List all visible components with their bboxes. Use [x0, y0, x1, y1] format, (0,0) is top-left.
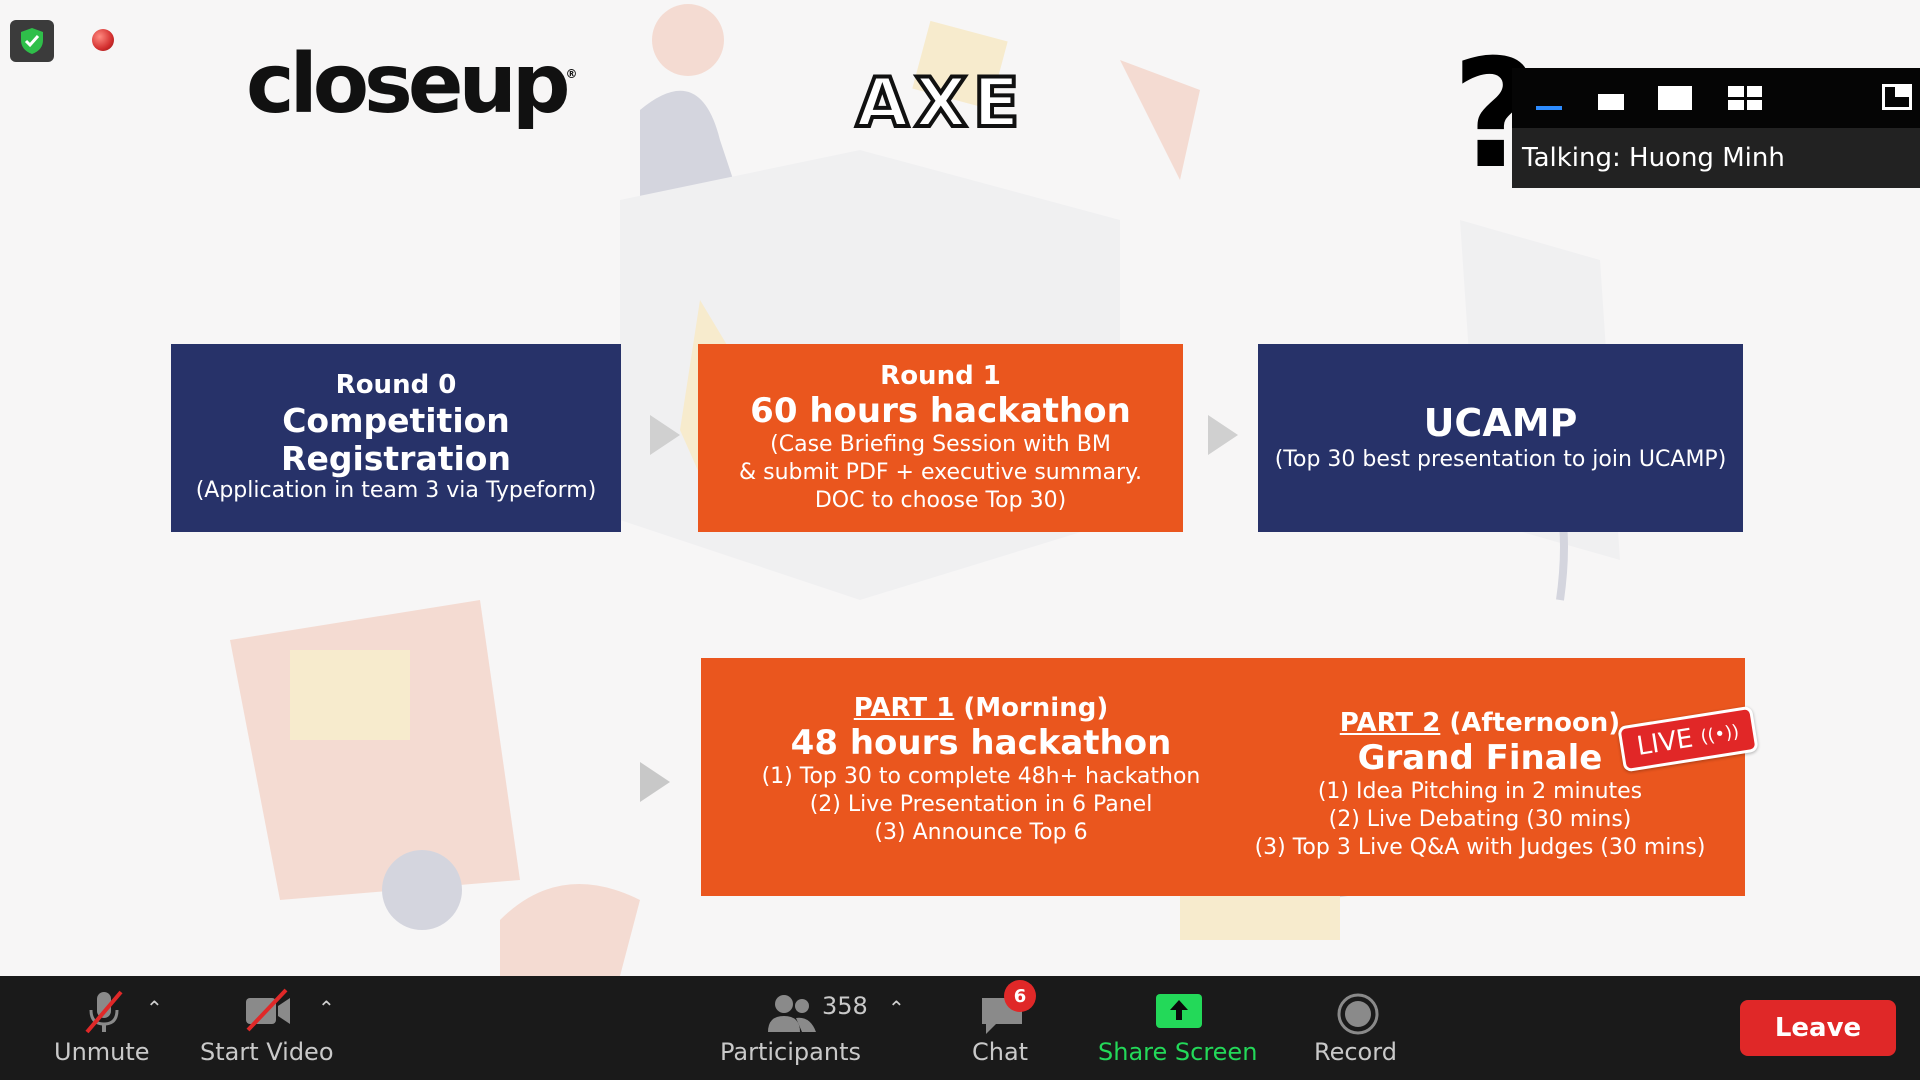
- minimize-icon[interactable]: [1536, 106, 1562, 110]
- ucamp-box: UCAMP (Top 30 best presentation to join …: [1258, 344, 1743, 532]
- flow-arrow: [1208, 415, 1238, 455]
- round-1-box: Round 1 60 hours hackathon (Case Briefin…: [698, 344, 1183, 532]
- part-1-title: PART 1 (Morning): [853, 692, 1109, 723]
- chat-button[interactable]: 6 Chat: [960, 976, 1040, 1080]
- leave-meeting-button[interactable]: Leave: [1740, 1000, 1896, 1056]
- live-text: LIVE: [1634, 723, 1696, 762]
- round-1-heading: 60 hours hackathon: [750, 390, 1131, 431]
- security-shield-icon[interactable]: [10, 20, 54, 62]
- participants-button[interactable]: 358 Participants: [716, 976, 868, 1080]
- round-0-box: Round 0 Competition Registration (Applic…: [171, 344, 621, 532]
- chat-unread-badge: 6: [1004, 980, 1036, 1012]
- share-screen-button[interactable]: Share Screen: [1094, 976, 1264, 1080]
- ucamp-heading: UCAMP: [1423, 401, 1578, 446]
- participants-count: 358: [822, 992, 868, 1020]
- record-button[interactable]: Record: [1306, 976, 1406, 1080]
- round-1-line: DOC to choose Top 30): [814, 488, 1067, 514]
- part-1-line: (3) Announce Top 6: [874, 820, 1088, 846]
- active-speaker-label: Talking: Huong Minh: [1512, 128, 1920, 188]
- meeting-toolbar: Unmute ⌃ Start Video ⌃ 358 Participants …: [0, 976, 1920, 1080]
- speaker-view-icon[interactable]: [1658, 86, 1692, 110]
- participants-icon: [768, 995, 816, 1032]
- round-0-heading: Competition Registration: [281, 400, 511, 478]
- flow-arrow: [650, 415, 680, 455]
- video-options-caret-icon[interactable]: ⌃: [318, 996, 335, 1020]
- record-label: Record: [1314, 1038, 1397, 1066]
- view-controls-bar: [1512, 68, 1920, 128]
- part-1-heading: 48 hours hackathon: [790, 722, 1172, 763]
- share-screen-icon: [1156, 994, 1202, 1028]
- round-0-desc: (Application in team 3 via Typeform): [195, 478, 597, 504]
- start-video-label: Start Video: [200, 1038, 334, 1066]
- round-1-line: & submit PDF + executive summary.: [739, 460, 1142, 486]
- unmute-label: Unmute: [54, 1038, 150, 1066]
- part-2-title: PART 2 (Afternoon): [1339, 707, 1621, 738]
- part-1-column: PART 1 (Morning) 48 hours hackathon (1) …: [741, 693, 1221, 848]
- participants-options-caret-icon[interactable]: ⌃: [888, 996, 905, 1020]
- final-round-box: PART 1 (Morning) 48 hours hackathon (1) …: [701, 658, 1745, 896]
- unmute-button[interactable]: Unmute: [44, 976, 164, 1080]
- closeup-logo: closeup®: [246, 37, 578, 132]
- broadcast-icon: ((•)): [1699, 720, 1741, 748]
- part-2-line: (2) Live Debating (30 mins): [1328, 807, 1632, 833]
- part-1-line: (1) Top 30 to complete 48h+ hackathon: [761, 763, 1201, 789]
- recording-indicator-icon: [92, 29, 114, 51]
- ucamp-desc: (Top 30 best presentation to join UCAMP): [1274, 446, 1727, 472]
- strip-view-icon[interactable]: [1598, 94, 1624, 110]
- round-0-title: Round 0: [335, 370, 457, 401]
- chat-label: Chat: [972, 1038, 1029, 1066]
- part-2-heading: Grand Finale: [1357, 737, 1603, 778]
- gallery-view-icon[interactable]: [1728, 86, 1762, 110]
- start-video-button[interactable]: Start Video: [196, 976, 346, 1080]
- video-off-icon: [246, 988, 290, 1032]
- record-icon: [1337, 993, 1379, 1035]
- shared-screen-slide: closeup® AXE Round 0 Competition Registr…: [0, 0, 1920, 976]
- part-2-line: (3) Top 3 Live Q&A with Judges (30 mins): [1254, 835, 1706, 861]
- exit-fullscreen-icon[interactable]: [1882, 84, 1912, 110]
- part-1-line: (2) Live Presentation in 6 Panel: [809, 792, 1153, 818]
- axe-logo: AXE: [854, 64, 1026, 143]
- round-1-line: (Case Briefing Session with BM: [770, 431, 1111, 457]
- participants-label: Participants: [720, 1038, 861, 1066]
- muted-microphone-icon: [85, 990, 123, 1034]
- audio-options-caret-icon[interactable]: ⌃: [146, 996, 163, 1020]
- round-1-title: Round 1: [880, 360, 1001, 391]
- flow-arrow: [640, 762, 670, 802]
- share-screen-label: Share Screen: [1098, 1038, 1258, 1066]
- part-2-line: (1) Idea Pitching in 2 minutes: [1317, 778, 1643, 804]
